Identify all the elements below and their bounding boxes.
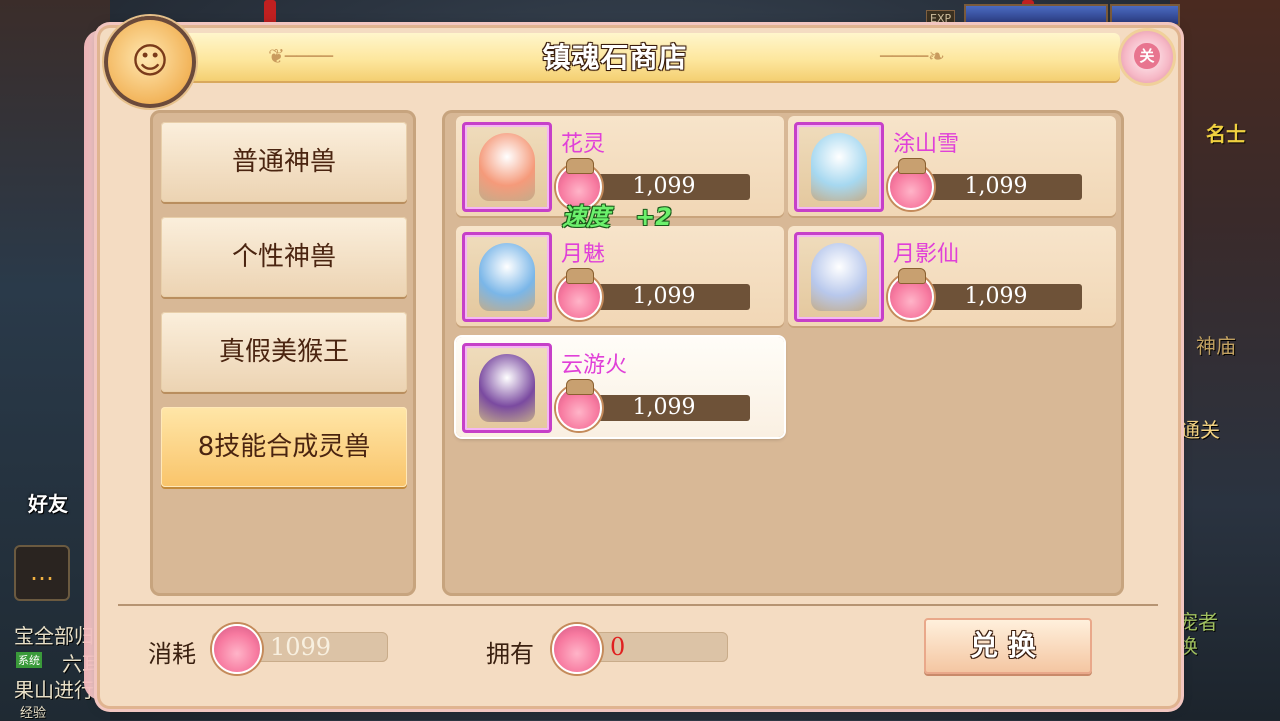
friend-label[interactable]: 好友 bbox=[28, 488, 68, 517]
item-name: 月魅 bbox=[561, 242, 606, 267]
item-price: 1,099 bbox=[910, 284, 1082, 310]
system-badge: 系统 bbox=[16, 652, 42, 668]
item-price: 1,099 bbox=[910, 174, 1082, 200]
item-portrait bbox=[794, 122, 884, 212]
category-button[interactable]: 普通神兽 bbox=[161, 122, 407, 202]
category-button[interactable]: 真假美猴王 bbox=[161, 312, 407, 392]
soul-stone-icon bbox=[888, 158, 934, 210]
soul-stone-icon bbox=[888, 268, 934, 320]
cost-label: 消耗 bbox=[148, 640, 196, 668]
chat-icon[interactable]: … bbox=[14, 545, 70, 601]
bottom-text: 经验 bbox=[20, 706, 47, 721]
item-price: 1,099 bbox=[578, 395, 750, 421]
item-card-selected[interactable]: 云游火 1,099 bbox=[456, 337, 784, 437]
item-name: 月影仙 bbox=[893, 242, 960, 267]
category-button[interactable]: 个性神兽 bbox=[161, 217, 407, 297]
soul-stone-icon bbox=[552, 624, 602, 674]
item-portrait bbox=[794, 232, 884, 322]
pet-figure-icon bbox=[479, 243, 535, 311]
category-button-active[interactable]: 8技能合成灵兽 bbox=[161, 407, 407, 487]
status-bar bbox=[1110, 4, 1180, 26]
speed-bonus-popup: 速度 +2 bbox=[562, 203, 672, 231]
item-card[interactable]: 月影仙 1,099 bbox=[788, 226, 1116, 326]
item-portrait bbox=[462, 343, 552, 433]
chat-line: 宝全部归 bbox=[14, 624, 94, 648]
cost-value: 1099 bbox=[270, 633, 332, 661]
pet-figure-icon bbox=[811, 133, 867, 201]
pet-figure-icon bbox=[479, 354, 535, 422]
soul-stone-icon bbox=[556, 268, 602, 320]
item-portrait bbox=[462, 232, 552, 322]
item-price: 1,099 bbox=[578, 284, 750, 310]
avatar: ☺ bbox=[104, 16, 196, 108]
soul-stone-icon bbox=[212, 624, 262, 674]
item-portrait bbox=[462, 122, 552, 212]
item-card[interactable]: 涂山雪 1,099 bbox=[788, 116, 1116, 216]
close-icon: 关 bbox=[1134, 43, 1160, 69]
item-name: 云游火 bbox=[561, 353, 628, 378]
close-button[interactable]: 关 bbox=[1118, 28, 1176, 86]
side-text: 通关 bbox=[1180, 418, 1220, 442]
item-card[interactable]: 月魅 1,099 bbox=[456, 226, 784, 326]
own-label: 拥有 bbox=[486, 640, 534, 668]
item-name: 涂山雪 bbox=[893, 132, 960, 157]
side-sign: 名士 bbox=[1206, 122, 1246, 146]
status-bar bbox=[964, 4, 1108, 26]
lantern-decoration bbox=[264, 0, 276, 26]
page-title: 镇魂石商店 bbox=[542, 41, 688, 74]
exchange-button[interactable]: 兑换 bbox=[924, 618, 1092, 674]
own-value: 0 bbox=[610, 633, 626, 661]
divider bbox=[118, 604, 1158, 606]
side-text: 神庙 bbox=[1196, 334, 1236, 358]
exp-label: EXP bbox=[926, 10, 956, 27]
chat-line: 果山进行 bbox=[14, 678, 94, 702]
soul-stone-icon bbox=[556, 379, 602, 431]
item-name: 花灵 bbox=[561, 132, 606, 157]
pet-figure-icon bbox=[479, 133, 535, 201]
mascot-face-icon: ☺ bbox=[131, 41, 169, 82]
pet-figure-icon bbox=[811, 243, 867, 311]
